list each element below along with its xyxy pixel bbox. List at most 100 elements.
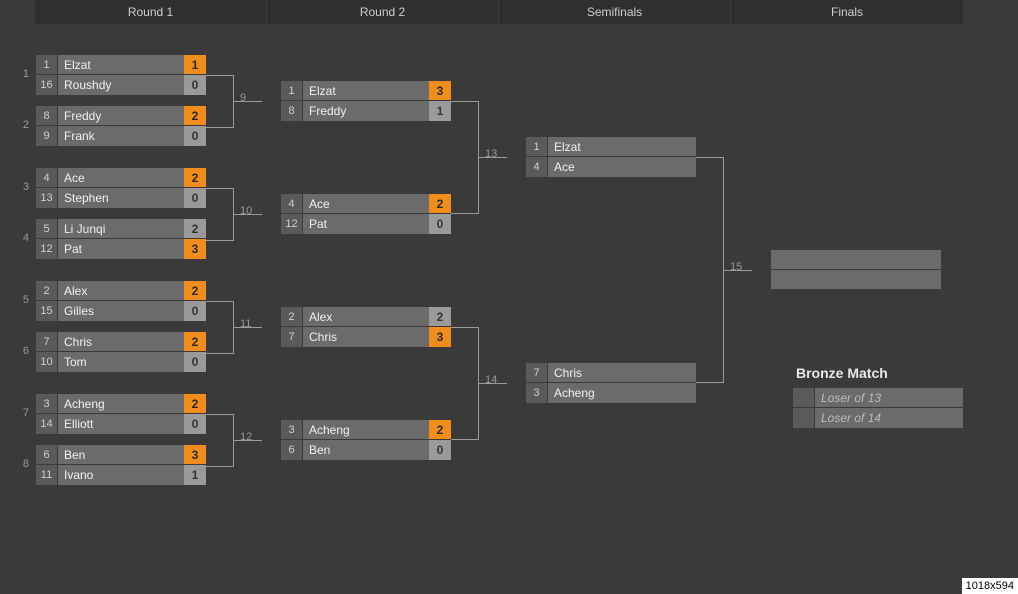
seed-cell: 15 [36, 301, 58, 321]
score-cell: 2 [184, 168, 206, 187]
score-cell: 0 [429, 214, 451, 234]
connector [206, 414, 234, 467]
player-name: Loser of 13 [815, 388, 963, 407]
match-box[interactable]: 2Alex2 15Gilles0 [36, 281, 206, 321]
match-number: 4 [15, 232, 29, 244]
match-box[interactable]: 4Ace2 13Stephen0 [36, 168, 206, 208]
match-number: 13 [485, 148, 503, 160]
match-box[interactable]: 5Li Junqi2 12Pat3 [36, 219, 206, 259]
player-name: Acheng [548, 383, 696, 403]
seed-cell: 12 [281, 214, 303, 234]
connector [206, 188, 234, 241]
player-name: Ben [58, 445, 184, 464]
player-name: Gilles [58, 301, 184, 321]
player-name: Chris [58, 332, 184, 351]
match-number: 9 [240, 92, 258, 104]
seed-cell: 4 [36, 168, 58, 187]
seed-cell: 7 [281, 327, 303, 347]
seed-cell: 7 [36, 332, 58, 351]
match-number: 3 [15, 181, 29, 193]
match-box[interactable]: 4Ace2 12Pat0 [281, 194, 451, 234]
finals-slot-empty [771, 250, 941, 270]
score-cell: 2 [184, 106, 206, 125]
seed-cell: 2 [36, 281, 58, 300]
seed-cell: 14 [36, 414, 58, 434]
match-number: 1 [15, 68, 29, 80]
player-name: Stephen [58, 188, 184, 208]
match-box[interactable]: 8Freddy2 9Frank0 [36, 106, 206, 146]
match-box[interactable]: 3Acheng2 14Elliott0 [36, 394, 206, 434]
player-name: Ivano [58, 465, 184, 485]
score-cell: 2 [184, 332, 206, 351]
score-cell: 2 [184, 394, 206, 413]
score-cell: 2 [184, 219, 206, 238]
player-name: Loser of 14 [815, 408, 963, 428]
score-cell: 2 [429, 420, 451, 439]
match-box[interactable]: 6Ben3 11Ivano1 [36, 445, 206, 485]
player-name: Tom [58, 352, 184, 372]
player-name: Elzat [303, 81, 429, 100]
player-name: Ace [303, 194, 429, 213]
match-number: 6 [15, 345, 29, 357]
seed-cell: 16 [36, 75, 58, 95]
player-name: Roushdy [58, 75, 184, 95]
seed-cell: 3 [526, 383, 548, 403]
match-box[interactable] [771, 250, 941, 290]
score-cell: 0 [184, 188, 206, 208]
score-cell: 1 [184, 55, 206, 74]
match-box[interactable]: 1Elzat1 16Roushdy0 [36, 55, 206, 95]
score-cell: 0 [184, 301, 206, 321]
player-name: Ace [58, 168, 184, 187]
seed-cell: 1 [36, 55, 58, 74]
score-cell: 3 [184, 239, 206, 259]
round-header: Round 2 [267, 0, 499, 24]
seed-cell: 6 [36, 445, 58, 464]
round-header: Semifinals [499, 0, 731, 24]
seed-cell: 8 [281, 101, 303, 121]
player-name: Alex [303, 307, 429, 326]
seed-cell: 1 [526, 137, 548, 156]
seed-cell: 2 [281, 307, 303, 326]
dimension-badge: 1018x594 [962, 578, 1018, 594]
player-name: Li Junqi [58, 219, 184, 238]
seed-cell: 1 [281, 81, 303, 100]
match-box[interactable]: 1Elzat3 8Freddy1 [281, 81, 451, 121]
match-box[interactable]: 7Chris2 10Tom0 [36, 332, 206, 372]
player-name: Pat [303, 214, 429, 234]
match-number: 14 [485, 374, 503, 386]
match-box[interactable]: 1Elzat 4Ace [526, 137, 696, 177]
bronze-title: Bronze Match [796, 365, 888, 381]
seed-cell: 4 [526, 157, 548, 177]
match-number: 12 [240, 431, 258, 443]
seed-cell: 3 [281, 420, 303, 439]
score-cell: 2 [429, 307, 451, 326]
round-headers: Round 1 Round 2 Semifinals Finals [0, 0, 1018, 24]
player-name: Frank [58, 126, 184, 146]
match-box[interactable]: 2Alex2 7Chris3 [281, 307, 451, 347]
seed-cell: 12 [36, 239, 58, 259]
match-number: 5 [15, 294, 29, 306]
player-name: Acheng [58, 394, 184, 413]
bronze-match-box[interactable]: Loser of 13 Loser of 14 [793, 388, 963, 428]
score-cell: 2 [184, 281, 206, 300]
player-name: Chris [303, 327, 429, 347]
seed-cell: 6 [281, 440, 303, 460]
match-number: 2 [15, 119, 29, 131]
player-name: Alex [58, 281, 184, 300]
match-box[interactable]: 3Acheng2 6Ben0 [281, 420, 451, 460]
score-cell: 0 [429, 440, 451, 460]
score-cell: 1 [184, 465, 206, 485]
match-number: 8 [15, 458, 29, 470]
connector [206, 75, 234, 128]
score-cell: 3 [429, 327, 451, 347]
match-box[interactable]: 7Chris 3Acheng [526, 363, 696, 403]
round-header: Round 1 [35, 0, 267, 24]
connector [696, 157, 724, 383]
score-cell: 1 [429, 101, 451, 121]
connector [451, 101, 479, 214]
connector [206, 301, 234, 354]
score-cell: 2 [429, 194, 451, 213]
player-name: Acheng [303, 420, 429, 439]
player-name: Pat [58, 239, 184, 259]
score-cell: 3 [184, 445, 206, 464]
